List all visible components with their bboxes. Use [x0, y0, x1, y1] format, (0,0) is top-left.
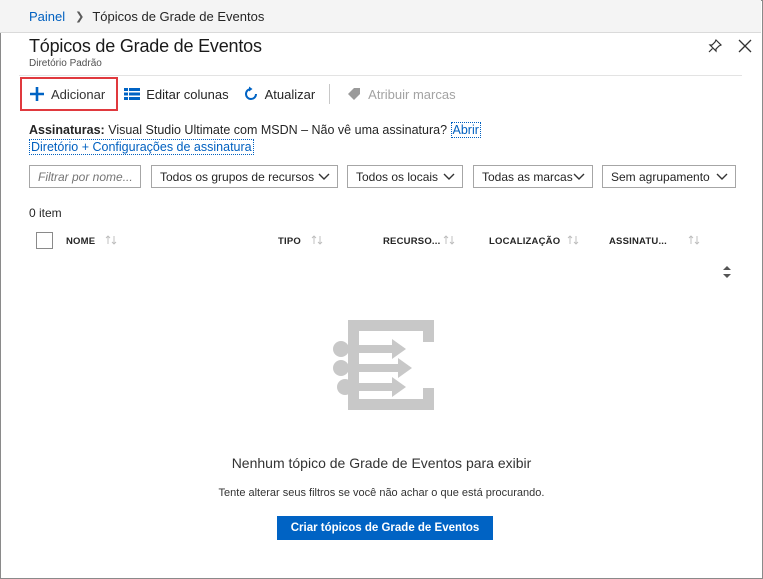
chevron-down-icon: [716, 173, 728, 180]
locations-dropdown[interactable]: Todos os locais: [347, 165, 463, 188]
scroll-arrows-icon[interactable]: [722, 264, 732, 280]
add-button-label: Adicionar: [51, 86, 106, 102]
column-header-type[interactable]: TIPO: [278, 236, 301, 247]
column-header-resource[interactable]: RECURSO...: [383, 236, 440, 247]
chevron-down-icon: [573, 173, 585, 180]
subscriptions-value: Visual Studio Ultimate com MSDN – Não vê…: [108, 123, 448, 137]
breadcrumb-current: Tópicos de Grade de Eventos: [92, 8, 265, 24]
sort-icon[interactable]: [105, 234, 117, 246]
column-header-subscription[interactable]: ASSINATU...: [609, 236, 667, 247]
filter-name-input[interactable]: [29, 165, 141, 188]
close-icon[interactable]: [737, 38, 753, 54]
grouping-value: Sem agrupamento: [611, 169, 710, 184]
sort-icon[interactable]: [567, 234, 579, 246]
chevron-down-icon: [318, 173, 330, 180]
edit-columns-button[interactable]: Editar colunas: [124, 77, 229, 111]
refresh-icon: [244, 86, 257, 100]
locations-value: Todos os locais: [356, 169, 439, 184]
empty-state-title: Nenhum tópico de Grade de Eventos para e…: [231, 455, 532, 471]
sort-icon[interactable]: [311, 234, 323, 246]
select-all-checkbox[interactable]: [36, 232, 53, 249]
subscriptions-line: Assinaturas: Visual Studio Ultimate com …: [29, 122, 481, 138]
toolbar: Adicionar Editar colunas Atualizar Atrib…: [20, 76, 456, 112]
grouping-dropdown[interactable]: Sem agrupamento: [602, 165, 736, 188]
breadcrumb: Painel ❯ Tópicos de Grade de Eventos: [0, 0, 761, 33]
chevron-down-icon: [443, 173, 455, 180]
pin-icon[interactable]: [707, 38, 723, 54]
directory-settings-link[interactable]: Diretório + Configurações de assinatura: [29, 139, 254, 155]
tags-value: Todas as marcas: [482, 169, 573, 184]
open-link[interactable]: Abrir: [450, 122, 481, 138]
columns-icon: [124, 88, 141, 100]
page-subtitle: Diretório Padrão: [29, 58, 102, 69]
resource-groups-dropdown[interactable]: Todos os grupos de recursos: [151, 165, 338, 188]
refresh-label: Atualizar: [264, 86, 316, 102]
add-button[interactable]: Adicionar: [20, 77, 119, 111]
tag-icon: [348, 88, 361, 100]
toolbar-separator: [329, 84, 331, 104]
page-title: Tópicos de Grade de Eventos: [29, 36, 262, 56]
create-topic-button[interactable]: Criar tópicos de Grade de Eventos: [277, 516, 493, 540]
filters-bar: Todos os grupos de recursos Todos os loc…: [0, 165, 763, 189]
item-count: 0 item: [29, 206, 62, 220]
resource-groups-value: Todos os grupos de recursos: [160, 169, 315, 184]
assign-tags-label: Atribuir marcas: [368, 86, 456, 102]
event-grid-illustration-icon: [333, 320, 434, 410]
empty-state-subtitle: Tente alterar seus filtros se você não a…: [218, 487, 545, 499]
edit-columns-label: Editar colunas: [146, 86, 229, 102]
plus-icon: [30, 87, 44, 101]
column-header-name[interactable]: NOME: [66, 236, 95, 247]
breadcrumb-home-link[interactable]: Painel: [29, 9, 65, 24]
sort-icon[interactable]: [688, 234, 700, 246]
subscriptions-label: Assinaturas:: [29, 123, 105, 137]
tags-dropdown[interactable]: Todas as marcas: [473, 165, 593, 188]
refresh-button[interactable]: Atualizar: [243, 77, 316, 111]
column-header-location[interactable]: LOCALIZAÇÃO: [489, 236, 560, 247]
assign-tags-button[interactable]: Atribuir marcas: [346, 77, 456, 111]
chevron-right-icon: ❯: [75, 10, 85, 23]
sort-icon[interactable]: [443, 234, 455, 246]
